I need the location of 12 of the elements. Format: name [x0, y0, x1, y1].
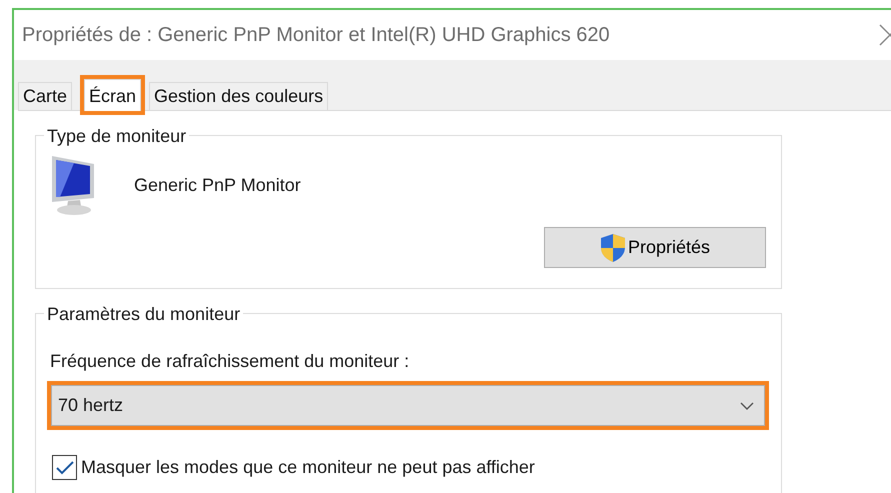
tab[interactable]: Carte [18, 82, 72, 110]
chevron-down-icon [740, 402, 754, 410]
check-icon [56, 460, 74, 474]
checkbox-label: Masquer les modes que ce moniteur ne peut pas afficher [81, 456, 535, 479]
properties-button[interactable]: Propriétés [544, 227, 766, 268]
refresh-rate-label: Fréquence de rafraîchissement du moniteur : [50, 350, 410, 373]
checkbox[interactable] [52, 455, 77, 480]
monitor-name: Generic PnP Monitor [134, 174, 301, 196]
tab[interactable]: Gestion des couleurs [149, 82, 328, 110]
refresh-rate-dropdown[interactable]: 70 hertz [51, 385, 765, 426]
shield-icon [600, 232, 626, 262]
window-title: Propriétés de : Generic PnP Monitor et Intel(R) UHD Graphics 620 [22, 23, 610, 48]
